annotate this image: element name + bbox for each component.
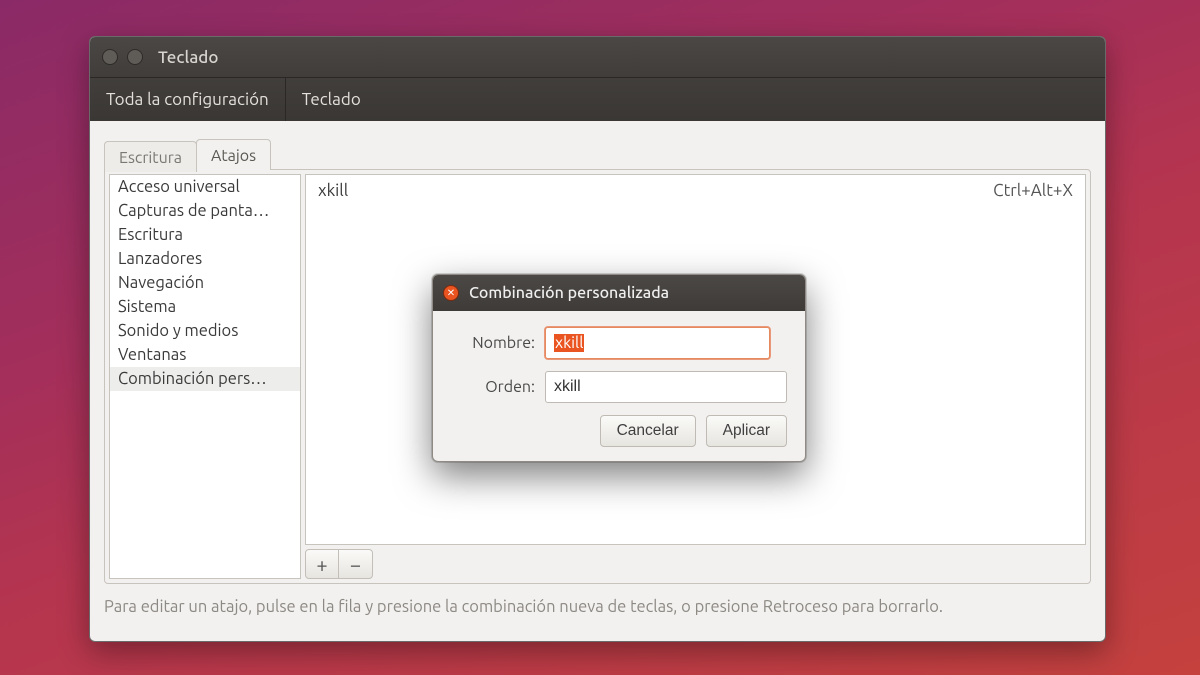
close-icon[interactable] [102,49,118,65]
dialog-title: Combinación personalizada [469,284,669,302]
close-icon[interactable]: ✕ [443,285,459,301]
hint-text: Para editar un atajo, pulse en la fila y… [104,598,1091,616]
name-label: Nombre: [451,334,535,352]
cancel-button[interactable]: Cancelar [600,415,696,447]
breadcrumb-current[interactable]: Teclado [286,78,377,121]
apply-button[interactable]: Aplicar [706,415,787,447]
dialog-titlebar: ✕ Combinación personalizada [433,275,805,311]
breadcrumb-all-settings[interactable]: Toda la configuración [90,78,286,121]
list-item[interactable]: Sonido y medios [110,319,300,343]
breadcrumb: Toda la configuración Teclado [90,77,1105,121]
name-field[interactable] [545,327,770,359]
list-item[interactable]: Acceso universal [110,175,300,199]
shortcut-keys: Ctrl+Alt+X [993,181,1073,200]
minimize-icon[interactable] [127,49,143,65]
remove-shortcut-button[interactable]: − [339,549,373,579]
list-item[interactable]: Capturas de panta… [110,199,300,223]
command-field[interactable] [545,371,787,403]
shortcut-name: xkill [318,181,993,200]
tab-writing[interactable]: Escritura [104,141,197,172]
shortcut-toolbar: + − [305,549,1086,579]
order-label: Orden: [451,378,535,396]
table-row[interactable]: xkill Ctrl+Alt+X [306,175,1085,206]
list-item[interactable]: Ventanas [110,343,300,367]
category-list[interactable]: Acceso universal Capturas de panta… Escr… [109,174,301,579]
window-titlebar: Teclado [90,37,1105,77]
list-item[interactable]: Navegación [110,271,300,295]
tab-shortcuts[interactable]: Atajos [196,139,271,170]
list-item[interactable]: Lanzadores [110,247,300,271]
list-item[interactable]: Combinación pers… [110,367,300,391]
window-title: Teclado [158,48,218,67]
custom-shortcut-dialog: ✕ Combinación personalizada Nombre: xkil… [432,274,806,462]
add-shortcut-button[interactable]: + [305,549,339,579]
list-item[interactable]: Escritura [110,223,300,247]
list-item[interactable]: Sistema [110,295,300,319]
tab-strip: Escritura Atajos [104,139,1091,170]
